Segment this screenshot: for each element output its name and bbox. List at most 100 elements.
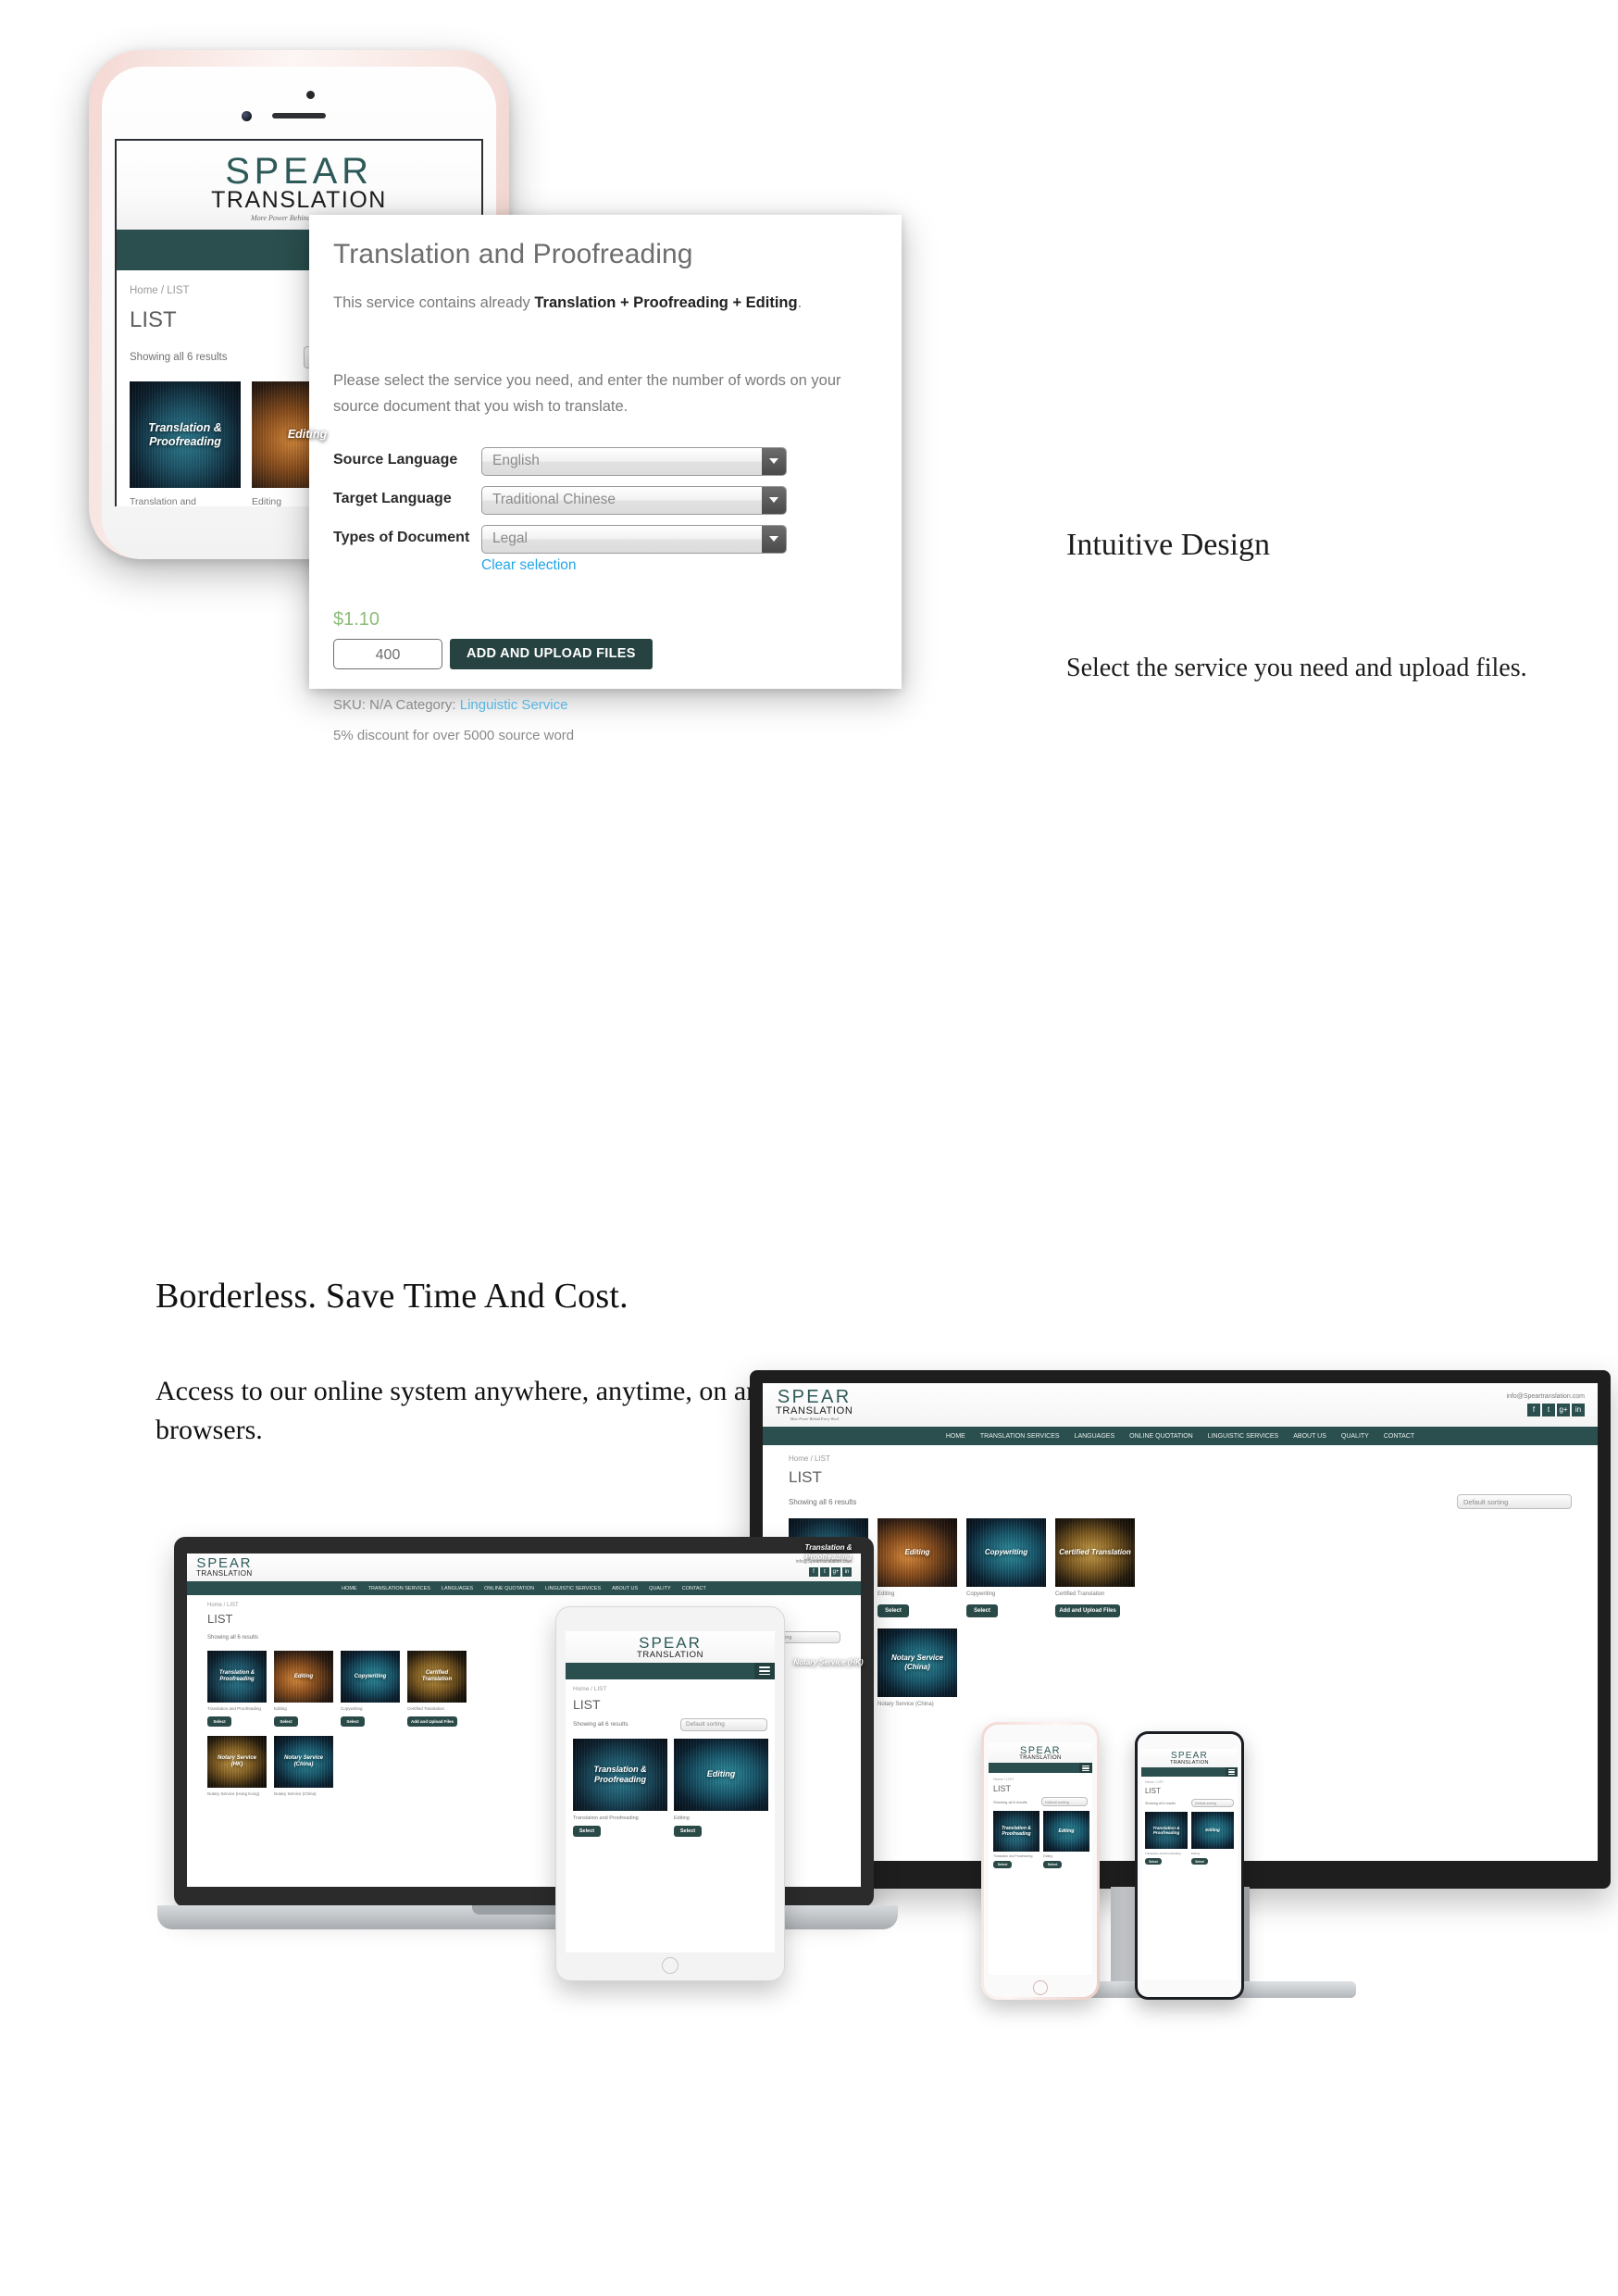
desc-prefix: This service contains already [333,294,535,311]
product-tile-label: Editing [904,1548,930,1557]
select-button[interactable]: Select [207,1716,231,1728]
android-navbar [1141,1767,1238,1777]
product-thumbnail[interactable]: Certified Translation [1055,1518,1135,1587]
home-button[interactable] [662,1957,678,1974]
select-button[interactable]: Select [1145,1858,1162,1865]
product-item: Translation & Proofreading Translation a… [207,1651,267,1728]
product-thumbnail[interactable]: Translation & Proofreading [993,1811,1039,1853]
product-thumbnail[interactable]: Editing [1191,1812,1234,1849]
product-tile-label: Editing [706,1769,736,1779]
add-and-upload-files-button[interactable]: Add and Upload Files [407,1716,457,1728]
nav-item-translation-services[interactable]: TRANSLATION SERVICES [980,1433,1060,1440]
nav-item-quality[interactable]: QUALITY [1341,1433,1369,1440]
target-language-label: Target Language [333,490,452,506]
select-button[interactable]: Select [341,1716,365,1728]
googleplus-icon[interactable]: g+ [1557,1404,1570,1416]
category-link[interactable]: Linguistic Service [460,697,568,713]
hamburger-icon[interactable] [754,1662,775,1679]
home-button[interactable] [1033,1980,1048,1995]
nav-item-languages[interactable]: LANGUAGES [1075,1433,1115,1440]
twitter-icon[interactable]: t [1542,1404,1555,1416]
target-language-value: Traditional Chinese [492,491,616,507]
nav-item-quality[interactable]: QUALITY [649,1586,671,1591]
linkedin-icon[interactable]: in [1572,1404,1585,1416]
nav-item-linguistic-services[interactable]: LINGUISTIC SERVICES [1208,1433,1279,1440]
googleplus-icon[interactable]: g+ [831,1566,840,1577]
nav-item-about-us[interactable]: ABOUT US [1293,1433,1326,1440]
breadcrumb[interactable]: Home / LIST [1145,1780,1234,1784]
clear-selection-link[interactable]: Clear selection [481,554,577,574]
product-tile-label: Editing [1205,1828,1220,1833]
page-title: LIST [789,1468,822,1486]
product-name: Translation and Proofreading [993,1854,1033,1859]
nav-item-languages[interactable]: LANGUAGES [442,1586,473,1591]
desc-suffix: . [797,294,803,311]
product-tile-label: Notary Service (China) [283,1754,324,1768]
breadcrumb[interactable]: Home / LIST [993,1777,1088,1781]
tablet-header: SPEAR TRANSLATION [566,1631,775,1663]
hamburger-icon[interactable] [1079,1763,1092,1774]
product-thumbnail[interactable]: Translation & Proofreading [130,381,241,488]
product-thumbnail[interactable]: Editing [1043,1811,1089,1853]
select-button[interactable]: Select [993,1861,1012,1869]
product-thumbnail[interactable]: Notary Service (HK) [207,1736,267,1789]
target-language-select[interactable]: Traditional Chinese [481,485,787,515]
facebook-icon[interactable]: f [1527,1404,1540,1416]
nav-item-home[interactable]: HOME [946,1433,965,1440]
select-button[interactable]: Select [1191,1858,1208,1865]
twitter-icon[interactable]: t [820,1566,829,1577]
nav-item-contact[interactable]: CONTACT [682,1586,706,1591]
product-name: Certified Translation [1055,1591,1105,1597]
hamburger-icon[interactable] [1226,1767,1238,1777]
select-button[interactable]: Select [674,1825,702,1837]
sorting-select[interactable]: Default sorting [1457,1494,1572,1509]
product-thumbnail[interactable]: Notary Service (China) [274,1736,333,1789]
breadcrumb[interactable]: Home / LIST [789,1454,1572,1463]
product-grid-row-1: Translation & Proofreading Translation a… [789,1518,1572,1617]
document-type-select[interactable]: Legal [481,524,787,554]
small-phone-navbar [989,1763,1092,1774]
product-tile-label: Copywriting [984,1548,1028,1557]
sorting-select[interactable]: Default sorting [1191,1799,1234,1807]
nav-item-online-quotation[interactable]: ONLINE QUOTATION [484,1586,534,1591]
select-button[interactable]: Select [966,1603,998,1617]
nav-item-linguistic-services[interactable]: LINGUISTIC SERVICES [545,1586,601,1591]
chevron-down-icon[interactable] [762,525,786,553]
logo-tagline: More Power Behind Every Word [790,1416,839,1421]
nav-item-about-us[interactable]: ABOUT US [612,1586,638,1591]
add-and-upload-files-button[interactable]: Add and Upload Files [1055,1603,1120,1617]
select-button[interactable]: Select [1043,1861,1062,1869]
product-thumbnail[interactable]: Editing [274,1651,333,1703]
chevron-down-icon[interactable] [762,447,786,475]
sorting-select[interactable]: Default sorting [1041,1797,1088,1807]
logo-translation: TRANSLATION [211,187,387,213]
product-thumbnail[interactable]: Editing [674,1738,768,1811]
add-and-upload-files-button[interactable]: ADD AND UPLOAD FILES [450,638,653,669]
quantity-input[interactable]: 400 [333,638,442,669]
select-button[interactable]: Select [274,1716,298,1728]
logo-translation: TRANSLATION [1019,1755,1062,1762]
android-listing: Home / LIST LIST Showing all 6 results D… [1141,1777,1238,1868]
select-button[interactable]: Select [573,1825,601,1837]
product-thumbnail[interactable]: Copywriting [966,1518,1046,1587]
linkedin-icon[interactable]: in [842,1566,852,1577]
contact-email[interactable]: info@Speartranslation.com [1506,1393,1585,1400]
sorting-select[interactable]: Default sorting [680,1717,767,1731]
product-thumbnail[interactable]: Copywriting [341,1651,400,1703]
nav-item-home[interactable]: HOME [342,1586,357,1591]
product-name: Copywriting [966,1591,996,1597]
product-thumbnail[interactable]: Translation & Proofreading [1145,1812,1188,1849]
product-thumbnail[interactable]: Certified Translation [407,1651,467,1703]
product-tile-label: Editing [1058,1828,1075,1835]
product-thumbnail[interactable]: Translation & Proofreading [207,1651,267,1703]
nav-item-contact[interactable]: CONTACT [1384,1433,1414,1440]
nav-item-translation-services[interactable]: TRANSLATION SERVICES [368,1586,430,1591]
product-grid-row-2: Notary Service (HK) Notary Service (Hong… [789,1628,1572,1707]
chevron-down-icon[interactable] [762,486,786,514]
source-language-select[interactable]: English [481,446,787,476]
product-tile-label: Translation & Proofreading [1152,1825,1180,1836]
facebook-icon[interactable]: f [809,1566,818,1577]
breadcrumb[interactable]: Home / LIST [573,1686,767,1692]
product-thumbnail[interactable]: Translation & Proofreading [573,1738,667,1811]
nav-item-online-quotation[interactable]: ONLINE QUOTATION [1129,1433,1193,1440]
